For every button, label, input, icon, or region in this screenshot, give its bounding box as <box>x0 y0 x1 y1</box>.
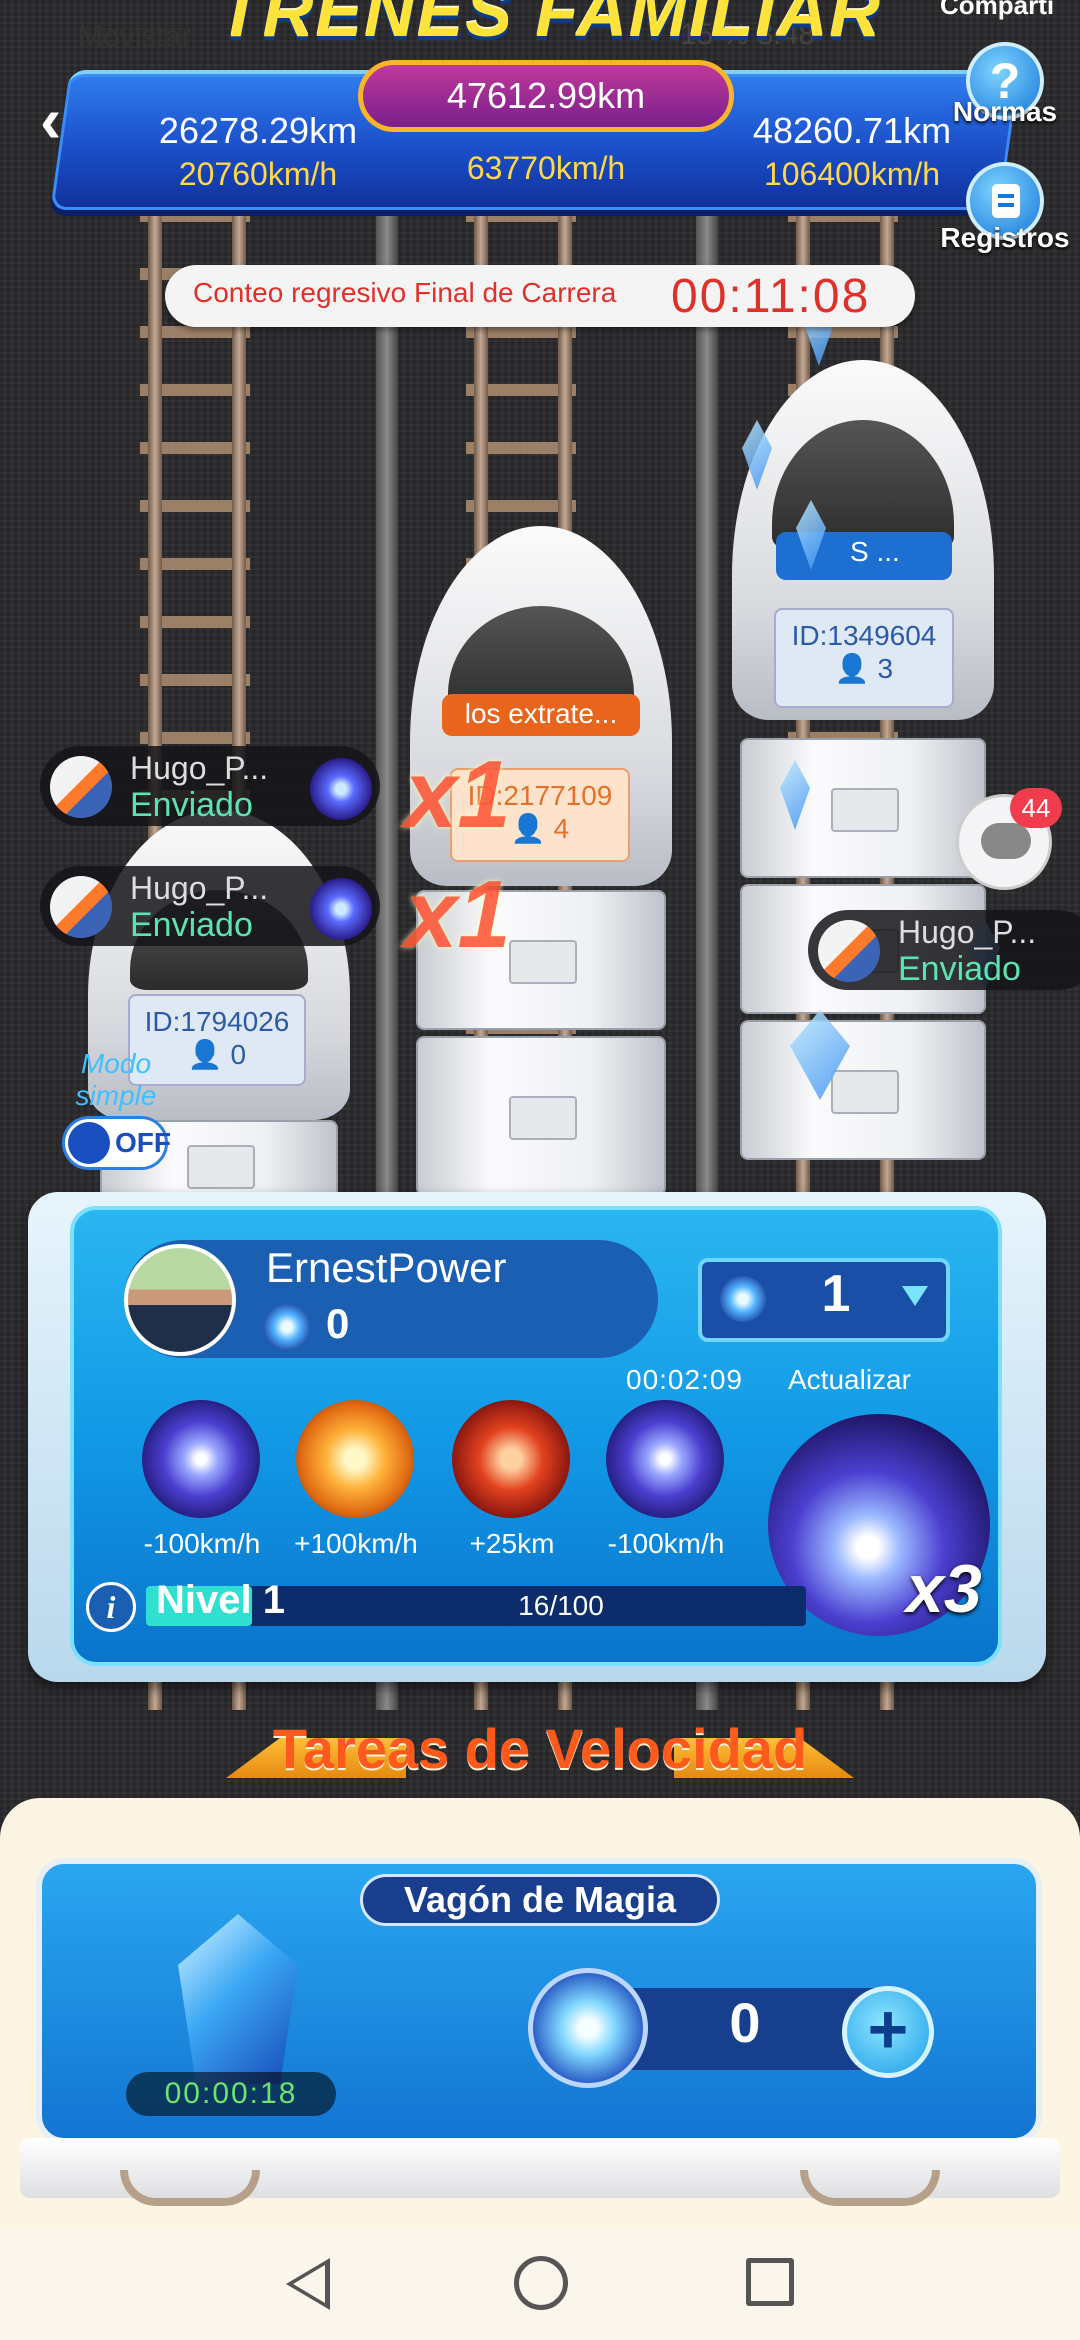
player-gems: 0 <box>326 1300 350 1347</box>
rules-label[interactable]: Normas <box>942 96 1068 128</box>
gem-icon <box>528 1968 648 2088</box>
crystal-burst-icon[interactable] <box>606 1400 724 1518</box>
lane-center-speed: 63770km/h <box>466 150 626 186</box>
big-skill-multiplier: x3 <box>906 1551 982 1627</box>
skill-label: +100km/h <box>294 1528 418 1559</box>
train-car <box>416 1036 666 1196</box>
skill-label: +25km <box>469 1528 555 1559</box>
lane-left-speed: 20760km/h <box>178 156 338 192</box>
nav-home-icon[interactable] <box>514 2256 568 2310</box>
add-gem-button[interactable]: + <box>842 1986 934 2078</box>
avatar <box>50 756 112 818</box>
sender-toast: Hugo_P... Enviado <box>808 910 1080 990</box>
member-icon: 👤 <box>510 813 554 844</box>
level-progress-text: 16/100 <box>518 1590 604 1621</box>
chat-bubble-icon <box>981 823 1031 859</box>
sender-toast: Hugo_P... Enviado <box>40 746 380 826</box>
share-label[interactable]: Comparti <box>940 0 1054 21</box>
player-avatar[interactable] <box>124 1244 236 1356</box>
sender-name: Hugo_P... <box>898 914 1037 950</box>
toggle-state: OFF <box>115 1127 171 1158</box>
level-label: Nivel 1 <box>156 1578 285 1622</box>
lane-left-distance: 26278.29km <box>158 110 358 151</box>
refresh-label[interactable]: Actualizar <box>788 1364 911 1396</box>
quantity-value: 1 <box>821 1265 851 1323</box>
avatar <box>50 876 112 938</box>
sender-status: Enviado <box>130 786 253 824</box>
crystal-burst-icon[interactable] <box>142 1400 260 1518</box>
game-title: TRENES FAMILIAR <box>218 0 882 51</box>
back-chevron-icon[interactable]: ‹ <box>40 88 100 152</box>
player-name: ErnestPower <box>266 1244 507 1291</box>
train-id: ID:1349604 <box>791 620 937 651</box>
total-distance: 47612.99km <box>358 60 734 132</box>
simple-mode-label: Modo simple <box>75 1048 157 1111</box>
simple-mode-toggle[interactable]: OFF <box>62 1116 171 1170</box>
sender-status: Enviado <box>898 950 1021 988</box>
countdown-label: Conteo regresivo Final de Carrera <box>193 277 617 308</box>
gem-icon <box>720 1276 766 1322</box>
crystal-burst-icon <box>310 878 372 940</box>
gem-icon <box>264 1304 310 1350</box>
nav-back-icon[interactable] <box>286 2258 330 2310</box>
crystal-burst-icon <box>310 758 372 820</box>
fire-burst-icon[interactable] <box>296 1400 414 1518</box>
train-right-head[interactable]: S ... ID:1349604 👤 3 <box>732 360 994 720</box>
sender-toast: Hugo_P... Enviado <box>40 866 380 946</box>
skill-label: -100km/h <box>143 1528 261 1559</box>
train-car <box>740 1020 986 1160</box>
lane-right-speed: 106400km/h <box>763 156 941 192</box>
sender-status: Enviado <box>130 906 253 944</box>
wheel <box>800 2170 940 2206</box>
countdown-time: 00:11:08 <box>671 270 871 323</box>
wheel <box>120 2170 260 2206</box>
records-label[interactable]: Registros <box>930 222 1080 254</box>
train-members: 👤 3 <box>834 653 894 684</box>
chevron-down-icon[interactable] <box>902 1286 928 1306</box>
wagon-title: Vagón de Magia <box>360 1874 720 1926</box>
gem-count: 0 <box>729 1991 761 2054</box>
wagon-timer: 00:00:18 <box>126 2072 336 2116</box>
toggle-knob <box>68 1122 110 1164</box>
member-icon: 👤 <box>187 1039 231 1070</box>
sender-name: Hugo_P... <box>130 870 269 906</box>
nav-recents-icon[interactable] <box>746 2258 794 2306</box>
train-right-id-card: ID:1349604 👤 3 <box>774 608 954 708</box>
multiplier-label: x1 <box>404 741 511 848</box>
avatar <box>818 920 880 982</box>
train-name-tag: los extrate... <box>442 694 640 736</box>
train-id: ID:1794026 <box>144 1006 290 1037</box>
fire-spring-icon[interactable] <box>452 1400 570 1518</box>
refresh-timer: 00:02:09 <box>626 1364 743 1395</box>
chat-badge: 44 <box>1010 788 1062 828</box>
tasks-title: Tareas de Velocidad <box>272 1717 808 1780</box>
sender-name: Hugo_P... <box>130 750 269 786</box>
multiplier-label: x1 <box>404 861 511 968</box>
info-icon[interactable]: i <box>86 1582 136 1632</box>
skill-label: -100km/h <box>607 1528 725 1559</box>
train-car <box>740 738 986 878</box>
race-countdown: Conteo regresivo Final de Carrera 00:11:… <box>165 265 915 327</box>
member-icon: 👤 <box>834 653 878 684</box>
